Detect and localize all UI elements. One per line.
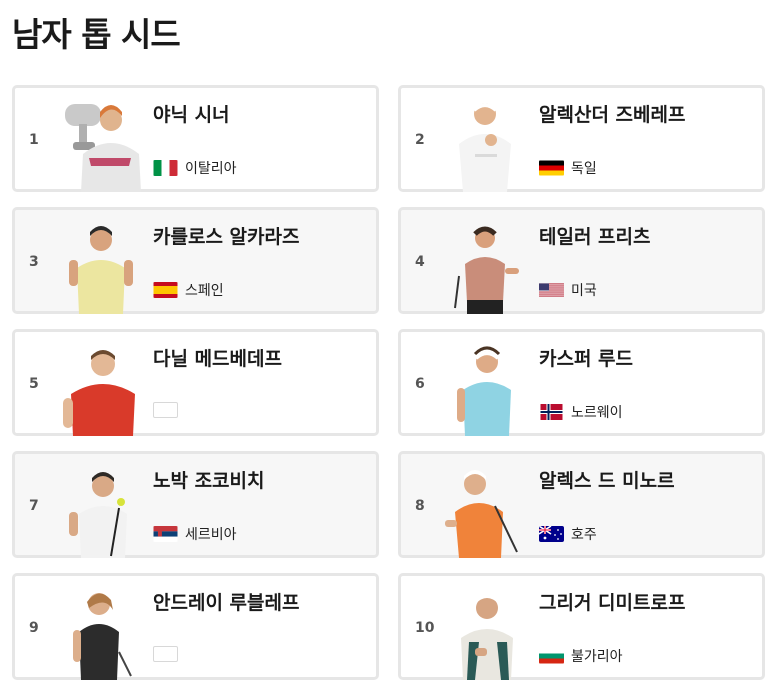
player-photo xyxy=(59,582,143,680)
seed-rank: 6 xyxy=(415,376,425,392)
player-name: 알렉스 드 미노르 xyxy=(539,470,675,492)
player-name: 다닐 메드베데프 xyxy=(153,348,282,370)
country-name: 이탈리아 xyxy=(185,161,237,177)
country: 이탈리아 xyxy=(153,158,237,178)
usa-flag-icon xyxy=(539,282,564,298)
country-name: 세르비아 xyxy=(185,527,237,543)
country xyxy=(153,402,185,418)
country-name: 스페인 xyxy=(185,283,224,299)
country: 불가리아 xyxy=(539,646,623,666)
player-photo xyxy=(445,460,529,558)
flag-placeholder-icon xyxy=(153,646,178,662)
player-card[interactable]: 6 카스퍼 루드 노르웨이 xyxy=(398,329,765,436)
player-card[interactable]: 8 알렉스 드 미노르 호주 xyxy=(398,451,765,558)
country: 독일 xyxy=(539,158,597,178)
germany-flag-icon xyxy=(539,160,564,176)
norway-flag-icon xyxy=(539,404,564,420)
player-card[interactable]: 2 알렉산더 즈베레프 독일 xyxy=(398,85,765,192)
seed-rank: 3 xyxy=(29,254,39,270)
seed-rank: 8 xyxy=(415,498,425,514)
player-photo xyxy=(445,582,529,680)
seed-rank: 2 xyxy=(415,132,425,148)
player-photo xyxy=(59,216,143,314)
country-name: 독일 xyxy=(571,161,597,177)
seed-rank: 4 xyxy=(415,254,425,270)
player-card[interactable]: 10 그리거 디미트로프 불가리아 xyxy=(398,573,765,680)
serbia-flag-icon xyxy=(153,526,178,542)
country-name: 불가리아 xyxy=(571,649,623,665)
seed-rank: 10 xyxy=(415,620,435,636)
player-name: 안드레이 루블레프 xyxy=(153,592,300,614)
country: 세르비아 xyxy=(153,524,237,544)
player-card[interactable]: 1 야닉 시너 이탈리아 xyxy=(12,85,379,192)
player-card[interactable]: 9 안드레이 루블레프 xyxy=(12,573,379,680)
player-photo xyxy=(59,460,143,558)
player-name: 그리거 디미트로프 xyxy=(539,592,686,614)
country: 스페인 xyxy=(153,280,224,300)
player-name: 야닉 시너 xyxy=(153,104,230,126)
seed-rank: 7 xyxy=(29,498,39,514)
player-card[interactable]: 4 테일러 프리츠 미국 xyxy=(398,207,765,314)
country: 미국 xyxy=(539,280,597,300)
country: 호주 xyxy=(539,524,597,544)
player-name: 테일러 프리츠 xyxy=(539,226,651,248)
country-name: 노르웨이 xyxy=(571,405,623,421)
country xyxy=(153,646,185,662)
seed-rank: 5 xyxy=(29,376,39,392)
bulgaria-flag-icon xyxy=(539,648,564,664)
player-photo xyxy=(445,216,529,314)
player-card[interactable]: 3 카를로스 알카라즈 스페인 xyxy=(12,207,379,314)
player-card[interactable]: 7 노박 조코비치 세르비아 xyxy=(12,451,379,558)
australia-flag-icon xyxy=(539,526,564,542)
page-title: 남자 톱 시드 xyxy=(12,15,181,54)
seed-rank: 1 xyxy=(29,132,39,148)
player-name: 카를로스 알카라즈 xyxy=(153,226,300,248)
player-photo xyxy=(59,338,143,436)
flag-placeholder-icon xyxy=(153,402,178,418)
player-name: 노박 조코비치 xyxy=(153,470,265,492)
spain-flag-icon xyxy=(153,282,178,298)
italy-flag-icon xyxy=(153,160,178,176)
seed-rank: 9 xyxy=(29,620,39,636)
player-name: 카스퍼 루드 xyxy=(539,348,634,370)
player-card[interactable]: 5 다닐 메드베데프 xyxy=(12,329,379,436)
country: 노르웨이 xyxy=(539,402,623,422)
seed-grid: 1 야닉 시너 이탈리아 2 알렉산더 즈베레프 독일 3 카를로스 알카라즈 … xyxy=(12,85,765,680)
player-photo xyxy=(445,338,529,436)
country-name: 호주 xyxy=(571,527,597,543)
player-name: 알렉산더 즈베레프 xyxy=(539,104,686,126)
country-name: 미국 xyxy=(571,283,597,299)
player-photo xyxy=(445,94,529,192)
player-photo xyxy=(59,94,143,192)
